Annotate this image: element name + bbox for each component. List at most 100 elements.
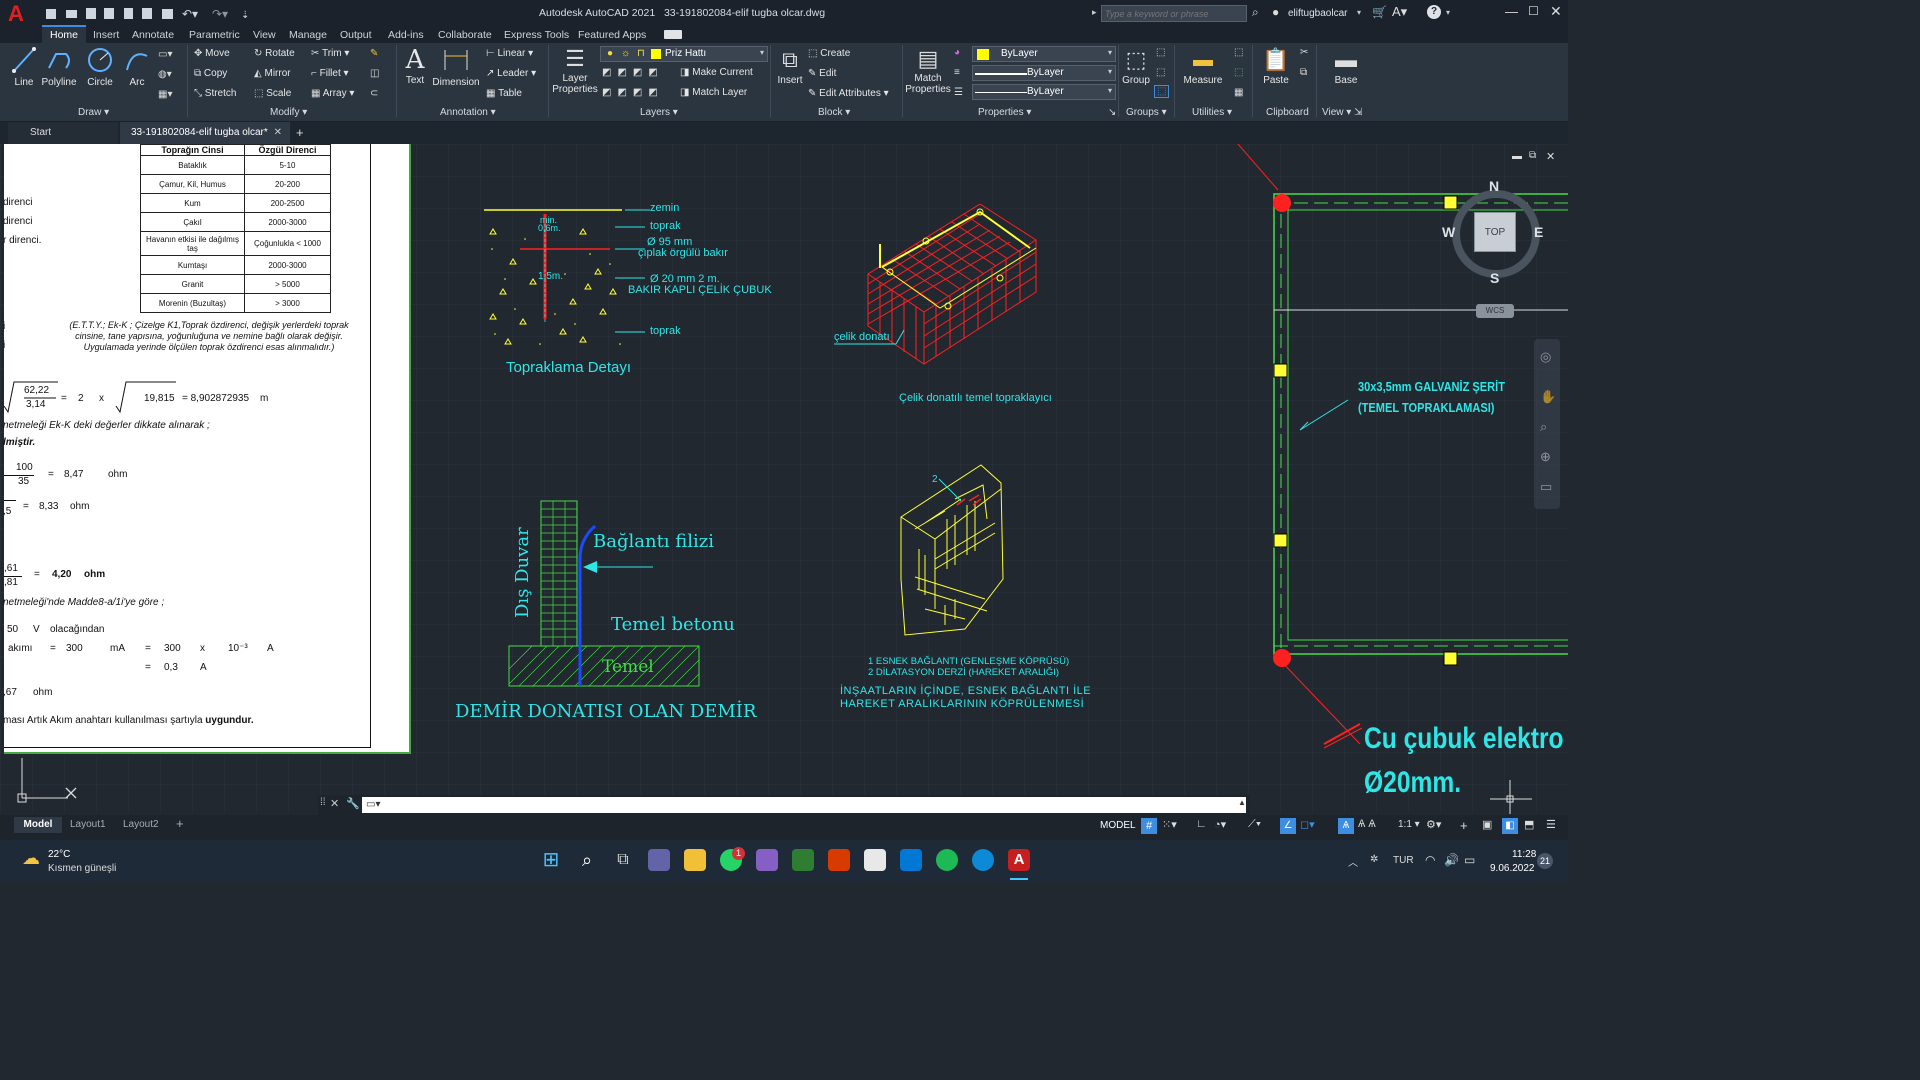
- create-block-button[interactable]: ⬚ Create: [808, 48, 850, 59]
- cart-icon[interactable]: 🛒: [1372, 5, 1387, 19]
- search-icon[interactable]: ⌕: [1252, 5, 1259, 20]
- zoom-icon[interactable]: ⌕: [1540, 419, 1547, 435]
- office-icon[interactable]: [828, 849, 850, 871]
- move-button[interactable]: ✥ Move: [194, 48, 230, 59]
- text-button[interactable]: A Text: [400, 45, 430, 86]
- edit-attributes-button[interactable]: ✎ Edit Attributes ▾: [808, 88, 889, 99]
- linetype-dropdown[interactable]: ByLayer ▾: [972, 65, 1116, 81]
- leader-button[interactable]: ↗ Leader ▾: [486, 68, 536, 79]
- select-all-icon[interactable]: ⬚: [1234, 67, 1243, 78]
- new-icon[interactable]: [46, 9, 56, 19]
- groups-panel-title[interactable]: Groups ▾: [1126, 107, 1167, 118]
- make-current-button[interactable]: ◨ Make Current: [680, 67, 753, 78]
- tab-view[interactable]: View: [253, 27, 276, 43]
- hatch-icon[interactable]: ◍▾: [158, 69, 172, 80]
- viewport-close-icon[interactable]: ✕: [1546, 150, 1555, 163]
- auto-scale-icon[interactable]: Ѧ Ѧ: [1358, 818, 1376, 830]
- battery-icon[interactable]: ▭: [1464, 853, 1475, 867]
- user-name[interactable]: eliftugbaolcar: [1288, 8, 1347, 19]
- arc-button[interactable]: Arc: [122, 46, 152, 88]
- ribbon-minimize-icon[interactable]: [664, 30, 682, 39]
- lineweight-dropdown[interactable]: ByLayer ▾: [972, 84, 1116, 100]
- close-tab-icon[interactable]: ✕: [274, 122, 282, 144]
- search-taskbar-icon[interactable]: ⌕: [576, 849, 598, 871]
- units-icon[interactable]: ▣: [1482, 818, 1492, 831]
- tab-add-ins[interactable]: Add-ins: [388, 27, 424, 43]
- visual-studio-icon[interactable]: [756, 849, 778, 871]
- tab-parametric[interactable]: Parametric: [189, 27, 240, 43]
- volume-icon[interactable]: 🔊: [1444, 853, 1459, 867]
- layer-tools-icons-2[interactable]: ◩◩◩◩: [602, 87, 664, 98]
- app-logo[interactable]: A: [8, 2, 34, 26]
- autocad-taskbar-icon[interactable]: A: [1008, 849, 1030, 871]
- undo-icon[interactable]: ↶▾: [182, 7, 198, 21]
- quick-select-icon[interactable]: ⬚: [1234, 47, 1243, 58]
- drawing-canvas[interactable]: Toprağın Cinsi Özgül Direnci Bataklık 5-10…: [0, 144, 1568, 814]
- layout-tab-layout2[interactable]: Layout2: [123, 819, 159, 830]
- copy-clip-icon[interactable]: ⧉: [1300, 67, 1307, 78]
- tab-insert[interactable]: Insert: [93, 27, 119, 43]
- clock-date[interactable]: 9.06.2022: [1490, 863, 1535, 874]
- edge-icon[interactable]: [972, 849, 994, 871]
- spotify-icon[interactable]: [936, 849, 958, 871]
- clean-screen-icon[interactable]: ⬒: [1524, 818, 1534, 831]
- tray-app-icon[interactable]: ✲: [1370, 854, 1378, 865]
- tab-collaborate[interactable]: Collaborate: [438, 27, 492, 43]
- tray-chevron-icon[interactable]: ︿: [1348, 854, 1358, 869]
- copy-button[interactable]: ⧉ Copy: [194, 68, 227, 79]
- save-as-icon[interactable]: [104, 8, 114, 19]
- add-layout-icon[interactable]: +: [176, 816, 184, 831]
- draw-panel-title[interactable]: Draw ▾: [78, 107, 109, 118]
- user-dropdown-icon[interactable]: ▾: [1357, 8, 1361, 17]
- measure-button[interactable]: ▬ Measure: [1178, 45, 1228, 86]
- paste-button[interactable]: 📋 Paste: [1258, 45, 1294, 86]
- ortho-icon[interactable]: ∟: [1196, 818, 1207, 830]
- dimension-button[interactable]: Dimension: [432, 46, 480, 88]
- stretch-button[interactable]: ⤡ Stretch: [194, 88, 236, 99]
- calculator-icon[interactable]: ▦: [1234, 87, 1243, 98]
- clipboard-panel-title[interactable]: Clipboard: [1266, 107, 1309, 118]
- group-button[interactable]: ⬚ Group: [1120, 45, 1152, 86]
- layout-tab-model[interactable]: Model: [14, 817, 62, 833]
- customize-qat-icon[interactable]: ⇣: [241, 10, 249, 21]
- print-icon[interactable]: [162, 9, 173, 19]
- web-mobile-icon[interactable]: [124, 8, 133, 19]
- compass-east[interactable]: E: [1534, 224, 1543, 240]
- maximize-icon[interactable]: ☐: [1528, 4, 1539, 18]
- customize-command-icon[interactable]: 🔧: [346, 797, 360, 810]
- help-dropdown-icon[interactable]: ▾: [1446, 8, 1450, 17]
- ungroup-icon[interactable]: ⬚: [1156, 47, 1165, 58]
- task-view-icon[interactable]: ⧉: [612, 849, 634, 871]
- tab-featured-apps[interactable]: Featured Apps: [578, 27, 646, 43]
- layer-dropdown[interactable]: ● ☼ ⊓ Priz Hattı ▾: [600, 46, 768, 62]
- line-button[interactable]: Line: [8, 46, 40, 88]
- minimize-icon[interactable]: —: [1505, 4, 1518, 19]
- block-panel-title[interactable]: Block ▾: [818, 107, 850, 118]
- search-arrow-icon[interactable]: ▸: [1092, 7, 1097, 18]
- app-icon-green[interactable]: [792, 849, 814, 871]
- fillet-button[interactable]: ⌐ Fillet ▾: [311, 68, 349, 79]
- layout-tab-layout1[interactable]: Layout1: [70, 819, 106, 830]
- store-icon[interactable]: [864, 849, 886, 871]
- panel-launcher-icon[interactable]: ↘: [1108, 107, 1116, 118]
- circle-button[interactable]: Circle: [84, 46, 116, 88]
- layers-panel-title[interactable]: Layers ▾: [640, 107, 678, 118]
- annotation-panel-title[interactable]: Annotation ▾: [440, 107, 496, 118]
- polyline-button[interactable]: Polyline: [40, 46, 78, 88]
- file-explorer-icon[interactable]: [684, 849, 706, 871]
- isolate-objects-icon[interactable]: ◧: [1502, 818, 1518, 834]
- command-history-icon[interactable]: ▲: [1238, 798, 1246, 807]
- mirror-button[interactable]: ◭ Mirror: [254, 68, 291, 79]
- trim-button[interactable]: ✂ Trim ▾: [311, 48, 349, 59]
- tab-annotate[interactable]: Annotate: [132, 27, 174, 43]
- isodraft-icon[interactable]: ⟋▾: [1248, 818, 1261, 831]
- annotation-visibility-icon[interactable]: Ѧ: [1338, 818, 1354, 834]
- compass-south[interactable]: S: [1490, 270, 1499, 286]
- erase-icon[interactable]: ✎: [370, 48, 378, 59]
- polar-icon[interactable]: ◔▾: [1214, 818, 1226, 831]
- open-icon[interactable]: [66, 10, 77, 18]
- plot-icon[interactable]: [142, 8, 152, 19]
- wifi-icon[interactable]: ◠: [1425, 853, 1435, 867]
- compass-west[interactable]: W: [1442, 224, 1455, 240]
- tab-express-tools[interactable]: Express Tools: [504, 27, 569, 43]
